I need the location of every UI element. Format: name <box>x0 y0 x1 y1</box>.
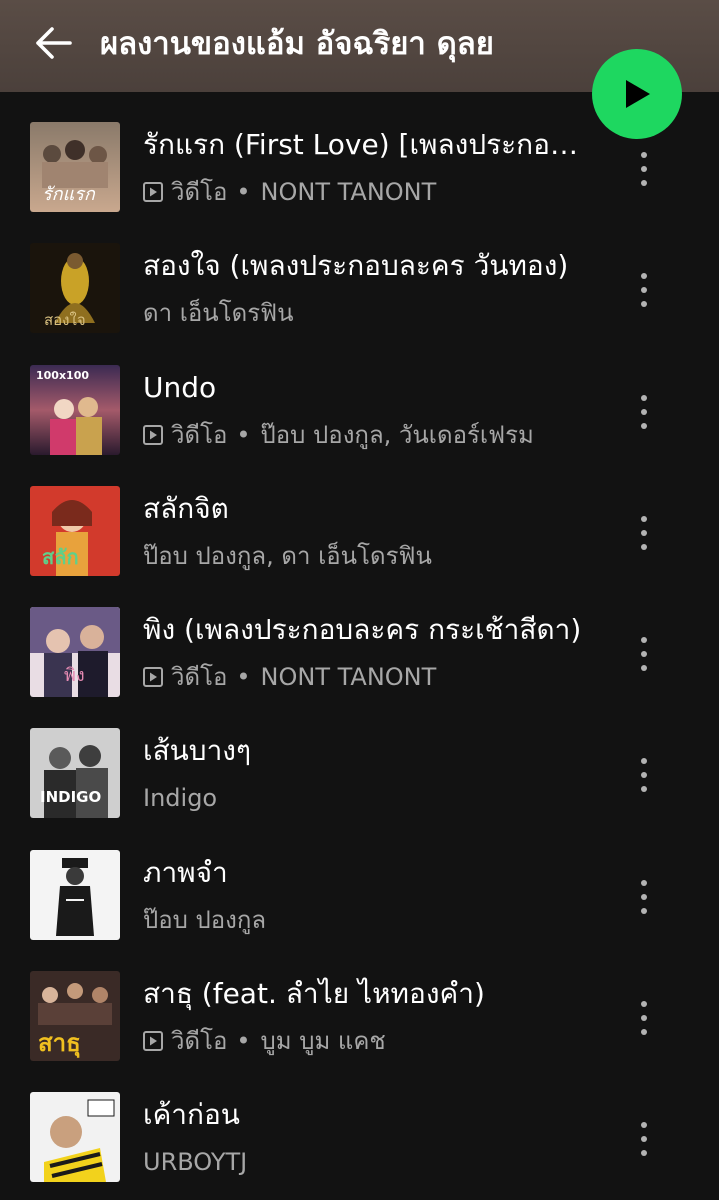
track-artist: บูม บูม แคช <box>260 1027 386 1056</box>
track-meta: วิดีโอ • บูม บูม แคช <box>143 1025 603 1057</box>
track-row[interactable]: สองใจ สองใจ (เพลงประกอบละคร วันทอง) ดา เ… <box>0 213 719 334</box>
album-art: พิง <box>30 607 120 698</box>
track-title: เส้นบางๆ <box>143 734 252 768</box>
track-artist: NONT TANONT <box>260 178 437 206</box>
more-options-button[interactable] <box>628 629 660 679</box>
album-art: INDIGO <box>30 728 120 819</box>
track-artist: ป๊อบ ปองกูล, ดา เอ็นโดรฟิน <box>143 541 432 570</box>
track-row[interactable]: สาธุ สาธุ (feat. ลำไย ไหทองคำ) วิดีโอ • … <box>0 941 719 1062</box>
svg-text:สาธุ: สาธุ <box>38 1029 81 1059</box>
album-art: สลัก <box>30 485 120 576</box>
more-options-button[interactable] <box>628 1114 660 1164</box>
video-icon <box>143 667 163 688</box>
track-title: เค้าก่อน <box>143 1098 240 1132</box>
meta-separator: • <box>236 663 251 692</box>
track-row[interactable]: ภาพจำ ป๊อบ ปองกูล <box>0 820 719 941</box>
meta-separator: • <box>236 420 251 449</box>
more-vertical-icon <box>641 879 647 886</box>
track-artist: ป๊อบ ปองกูล, วันเดอร์เฟรม <box>260 420 534 449</box>
track-meta: วิดีโอ • NONT TANONT <box>143 176 603 208</box>
album-art: 100x100 <box>30 364 120 455</box>
more-vertical-icon <box>641 1122 647 1129</box>
svg-text:100x100: 100x100 <box>36 369 89 382</box>
track-meta: Indigo <box>143 782 603 814</box>
app-screen: ผลงานของแอ้ม อัจฉริยา ดุลย รักแรก รักแรก… <box>0 0 719 1200</box>
more-vertical-icon <box>641 758 647 765</box>
more-vertical-icon <box>641 152 647 158</box>
svg-text:พิง: พิง <box>64 665 85 686</box>
track-artist: ดา เอ็นโดรฟิน <box>143 299 294 328</box>
svg-text:สองใจ: สองใจ <box>44 311 86 329</box>
track-row[interactable]: เค้าก่อน URBOYTJ <box>0 1062 719 1183</box>
meta-separator: • <box>236 178 251 206</box>
video-label: วิดีโอ <box>171 420 228 449</box>
more-vertical-icon <box>641 637 647 644</box>
play-button[interactable] <box>592 49 682 139</box>
track-artist: URBOYTJ <box>143 1148 248 1177</box>
track-title: Undo <box>143 370 217 404</box>
more-options-button[interactable] <box>628 144 660 194</box>
track-row[interactable]: INDIGO เส้นบางๆ Indigo <box>0 698 719 819</box>
more-vertical-icon <box>641 1001 647 1008</box>
page-title: ผลงานของแอ้ม อัจฉริยา ดุลย <box>100 26 494 62</box>
track-list: รักแรก รักแรก (First Love) [เพลงประกอบละ… <box>0 92 719 1184</box>
more-vertical-icon <box>641 515 647 522</box>
video-icon <box>143 424 163 445</box>
play-icon <box>626 80 650 108</box>
more-vertical-icon <box>641 273 647 280</box>
track-title: รักแรก (First Love) [เพลงประกอบละคร... <box>143 128 583 161</box>
track-meta: วิดีโอ • ป๊อบ ปองกูล, วันเดอร์เฟรม <box>143 419 603 451</box>
back-button[interactable] <box>28 18 78 68</box>
track-meta: ดา เอ็นโดรฟิน <box>143 297 603 329</box>
track-title: สาธุ (feat. ลำไย ไหทองคำ) <box>143 977 485 1011</box>
video-label: วิดีโอ <box>171 663 228 692</box>
album-art: รักแรก <box>30 122 120 212</box>
track-title: สองใจ (เพลงประกอบละคร วันทอง) <box>143 249 569 283</box>
more-options-button[interactable] <box>628 872 660 922</box>
svg-text:สลัก: สลัก <box>42 545 79 569</box>
track-title: พิง (เพลงประกอบละคร กระเช้าสีดา) <box>143 613 582 647</box>
track-row[interactable]: พิง พิง (เพลงประกอบละคร กระเช้าสีดา) วิด… <box>0 577 719 698</box>
video-icon <box>143 182 163 202</box>
video-icon <box>143 1031 163 1052</box>
track-row[interactable]: สลัก สลักจิต ป๊อบ ปองกูล, ดา เอ็นโดรฟิน <box>0 456 719 577</box>
arrow-left-icon <box>36 27 72 59</box>
track-title: ภาพจำ <box>143 855 228 889</box>
track-title: สลักจิต <box>143 491 229 525</box>
svg-text:รักแรก: รักแรก <box>42 184 96 205</box>
track-artist: ป๊อบ ปองกูล <box>143 905 267 934</box>
album-art <box>30 849 120 940</box>
track-meta: ป๊อบ ปองกูล, ดา เอ็นโดรฟิน <box>143 540 603 572</box>
more-vertical-icon <box>641 394 647 401</box>
track-artist: Indigo <box>143 784 218 813</box>
track-meta: ป๊อบ ปองกูล <box>143 904 603 936</box>
more-options-button[interactable] <box>628 993 660 1043</box>
meta-separator: • <box>236 1027 251 1056</box>
album-art <box>30 1092 120 1183</box>
track-meta: URBOYTJ <box>143 1146 603 1178</box>
track-row[interactable]: 100x100 Undo วิดีโอ • ป๊อบ ปองกูล, วันเด… <box>0 335 719 456</box>
video-label: วิดีโอ <box>171 1027 228 1056</box>
more-options-button[interactable] <box>628 387 660 437</box>
more-options-button[interactable] <box>628 508 660 558</box>
track-artist: NONT TANONT <box>260 663 437 692</box>
more-options-button[interactable] <box>628 265 660 315</box>
album-art: สาธุ <box>30 971 120 1062</box>
svg-text:INDIGO: INDIGO <box>40 788 101 806</box>
video-label: วิดีโอ <box>171 178 228 206</box>
album-art: สองใจ <box>30 243 120 334</box>
more-options-button[interactable] <box>628 750 660 800</box>
track-meta: วิดีโอ • NONT TANONT <box>143 661 603 693</box>
